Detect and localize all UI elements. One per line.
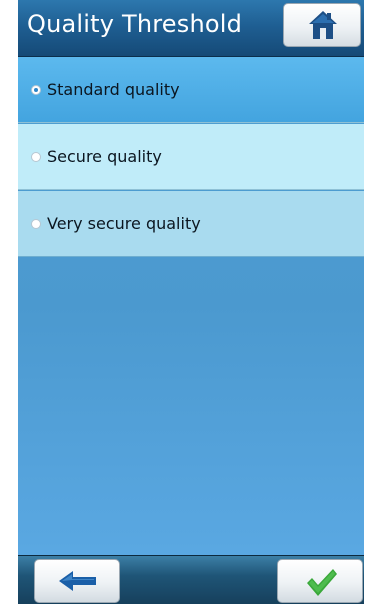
back-arrow-icon [59, 571, 96, 591]
option-label: Standard quality [47, 80, 180, 99]
footer-bar [18, 555, 364, 604]
device-screen: Quality Threshold Standard quality Secur… [18, 0, 364, 604]
header-bar: Quality Threshold [18, 0, 364, 57]
checkmark-icon [307, 569, 337, 596]
options-list: Standard quality Secure quality Very sec… [18, 57, 364, 555]
option-label: Very secure quality [47, 214, 201, 233]
option-secure-quality[interactable]: Secure quality [18, 124, 364, 190]
confirm-button[interactable] [277, 559, 363, 603]
radio-unselected-icon[interactable] [31, 152, 41, 162]
page-title: Quality Threshold [27, 10, 243, 38]
home-button[interactable] [283, 3, 361, 47]
radio-unselected-icon[interactable] [31, 219, 41, 229]
home-icon [309, 11, 337, 39]
back-button[interactable] [34, 559, 120, 603]
option-standard-quality[interactable]: Standard quality [18, 57, 364, 123]
option-label: Secure quality [47, 147, 162, 166]
radio-selected-icon[interactable] [31, 85, 41, 95]
option-very-secure-quality[interactable]: Very secure quality [18, 191, 364, 257]
